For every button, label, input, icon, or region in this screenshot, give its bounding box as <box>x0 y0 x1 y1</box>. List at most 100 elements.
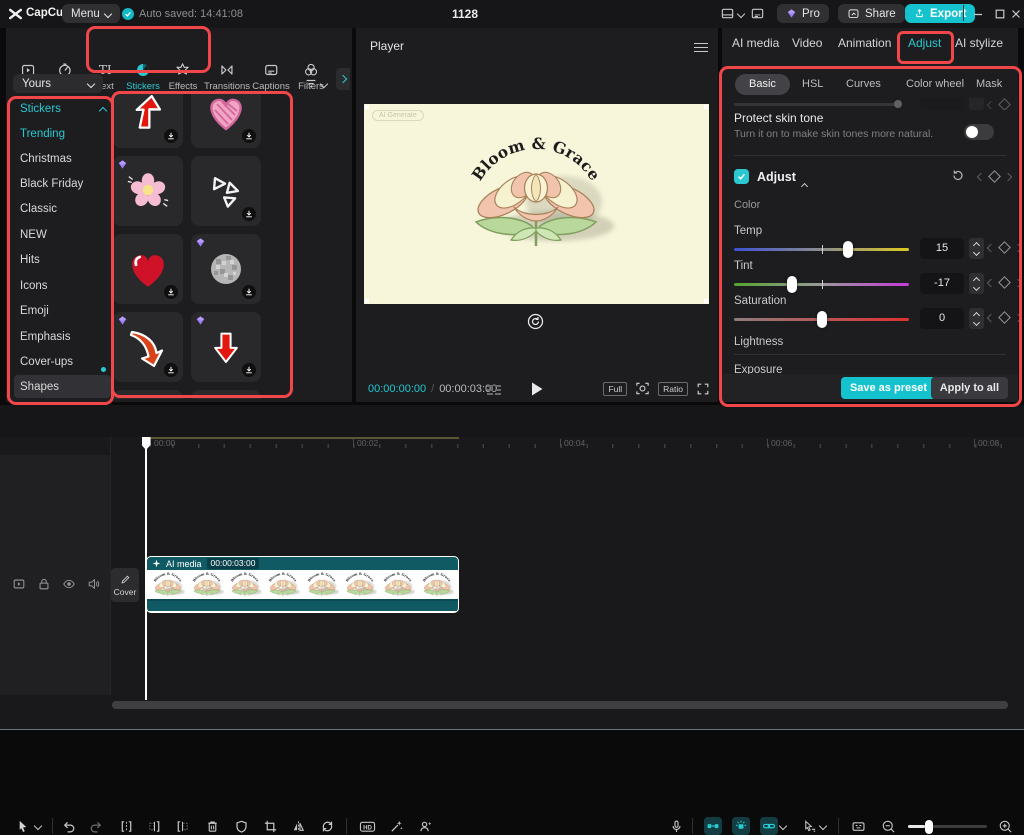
zoom-in-button[interactable] <box>996 817 1014 835</box>
portrait-enhance-button[interactable] <box>416 817 434 835</box>
share-button[interactable]: Share <box>838 4 905 23</box>
sidebar-item-christmas[interactable]: Christmas <box>20 147 72 172</box>
full-button[interactable]: Full <box>603 382 627 396</box>
preview-canvas[interactable]: AI Generate <box>364 104 709 304</box>
selection-handle[interactable] <box>365 105 369 109</box>
layout-switch-button[interactable] <box>720 6 744 21</box>
hd-quality-button[interactable]: HD <box>358 817 376 835</box>
zoom-out-button[interactable] <box>879 817 897 835</box>
hide-track-icon[interactable] <box>62 577 76 591</box>
undo-button[interactable] <box>59 817 77 835</box>
download-icon[interactable] <box>242 285 256 299</box>
redo-button[interactable] <box>87 817 105 835</box>
replay-button[interactable] <box>527 313 544 330</box>
tab-animation[interactable]: Animation <box>838 36 891 50</box>
sticker-red-curved-arrow[interactable] <box>113 312 183 382</box>
tint-slider-handle[interactable] <box>787 276 797 293</box>
tint-value[interactable]: -17 <box>920 273 964 294</box>
tab-ai-media[interactable]: AI media <box>732 36 779 50</box>
reset-button[interactable] <box>950 168 965 183</box>
link-clips-toggle[interactable] <box>760 817 778 835</box>
sidebar-item-cover-ups[interactable]: Cover-ups <box>20 350 73 375</box>
temp-stepper[interactable] <box>969 238 984 259</box>
saturation-slider-handle[interactable] <box>817 311 827 328</box>
download-icon[interactable] <box>164 285 178 299</box>
lock-track-icon[interactable] <box>37 577 51 591</box>
cursor-mode-button[interactable] <box>800 817 818 835</box>
mute-track-icon[interactable] <box>87 577 101 591</box>
temp-keyframe-controls[interactable] <box>988 243 1021 252</box>
voiceover-mic-button[interactable] <box>667 817 685 835</box>
download-icon[interactable] <box>242 207 256 221</box>
replace-button[interactable] <box>318 817 336 835</box>
subtab-basic[interactable]: Basic <box>735 74 790 95</box>
close-button[interactable] <box>1006 4 1024 24</box>
protect-skin-tone-toggle[interactable] <box>964 124 994 140</box>
download-icon[interactable] <box>242 363 256 377</box>
sticker-red-glossy-heart[interactable] <box>113 234 183 304</box>
source-dropdown[interactable]: Yours <box>13 74 103 93</box>
link-clips-dropdown[interactable] <box>778 817 788 835</box>
tab-effects[interactable]: Effects <box>169 62 198 92</box>
subtab-mask[interactable]: Mask <box>976 74 1002 95</box>
saturation-value[interactable]: 0 <box>920 308 964 329</box>
tab-captions[interactable]: Captions <box>252 62 290 92</box>
sticker-red-down-arrow[interactable] <box>191 312 261 382</box>
tint-slider[interactable] <box>734 283 909 286</box>
menu-button[interactable]: Menu <box>62 4 120 23</box>
main-track-magnet-toggle[interactable] <box>704 817 722 835</box>
sticker-partial-1[interactable] <box>113 390 183 399</box>
sidebar-item-icons[interactable]: Icons <box>20 274 48 299</box>
zoom-slider-handle[interactable] <box>925 820 933 834</box>
download-icon[interactable] <box>164 129 178 143</box>
pro-button[interactable]: Pro <box>777 4 829 23</box>
tab-transitions[interactable]: Transitions <box>204 62 250 92</box>
tab-stickers[interactable]: Stickers <box>126 62 160 92</box>
selection-handle[interactable] <box>704 105 708 109</box>
sidebar-item-stickers[interactable]: Stickers <box>20 97 106 122</box>
timeline-scrollbar[interactable] <box>112 701 1008 709</box>
tint-keyframe-controls[interactable] <box>988 278 1021 287</box>
sidebar-item-classic[interactable]: Classic <box>20 197 57 222</box>
minimize-button[interactable] <box>968 4 988 24</box>
crop-button[interactable] <box>261 817 279 835</box>
focus-zoom-icon[interactable] <box>635 381 650 396</box>
play-button[interactable] <box>530 381 544 397</box>
delete-button[interactable] <box>203 817 221 835</box>
sidebar-item-black-friday[interactable]: Black Friday <box>20 172 83 197</box>
saturation-slider[interactable] <box>734 318 909 321</box>
smart-edit-button[interactable] <box>387 817 405 835</box>
sticker-partial-2[interactable] <box>191 390 261 399</box>
edit-cover-button[interactable]: Cover <box>111 568 139 602</box>
cursor-mode-dropdown[interactable] <box>818 817 828 835</box>
panel-layout-button[interactable] <box>750 6 765 21</box>
sidebar-item-emphasis[interactable]: Emphasis <box>20 325 71 350</box>
temp-slider[interactable] <box>734 248 909 251</box>
tint-stepper[interactable] <box>969 273 984 294</box>
saturation-stepper[interactable] <box>969 308 984 329</box>
subtab-color-wheel[interactable]: Color wheel <box>906 74 964 95</box>
adjust-enable-checkbox[interactable] <box>734 169 749 184</box>
sidebar-item-emoji[interactable]: Emoji <box>20 299 49 324</box>
timeline-clip-ai-media[interactable]: AI media 00:00:03:00 <box>146 556 459 613</box>
subtab-curves[interactable]: Curves <box>846 74 881 95</box>
sticker-pink-scribble-heart[interactable] <box>191 92 261 148</box>
sidebar-item-hits[interactable]: Hits <box>20 248 40 273</box>
download-icon[interactable] <box>164 363 178 377</box>
select-tool-button[interactable] <box>13 817 31 835</box>
subtab-hsl[interactable]: HSL <box>802 74 823 95</box>
ratio-button[interactable]: Ratio <box>658 382 688 396</box>
tab-adjust[interactable]: Adjust <box>908 36 941 50</box>
timeline-zoom-slider[interactable] <box>908 825 987 828</box>
sidebar-item-shapes[interactable]: Shapes <box>20 375 59 400</box>
sticker-red-arrow-up[interactable] <box>113 92 183 148</box>
tab-video[interactable]: Video <box>792 36 822 50</box>
saturation-keyframe-controls[interactable] <box>988 313 1021 322</box>
collapse-section-button[interactable] <box>802 176 807 194</box>
temp-slider-handle[interactable] <box>843 241 853 258</box>
temp-value[interactable]: 15 <box>920 238 964 259</box>
sort-filter-button[interactable] <box>304 77 327 91</box>
sticker-white-sparkle-triangles[interactable] <box>191 156 261 226</box>
expand-tabs-button[interactable] <box>336 68 350 90</box>
fullscreen-icon[interactable] <box>696 382 710 396</box>
